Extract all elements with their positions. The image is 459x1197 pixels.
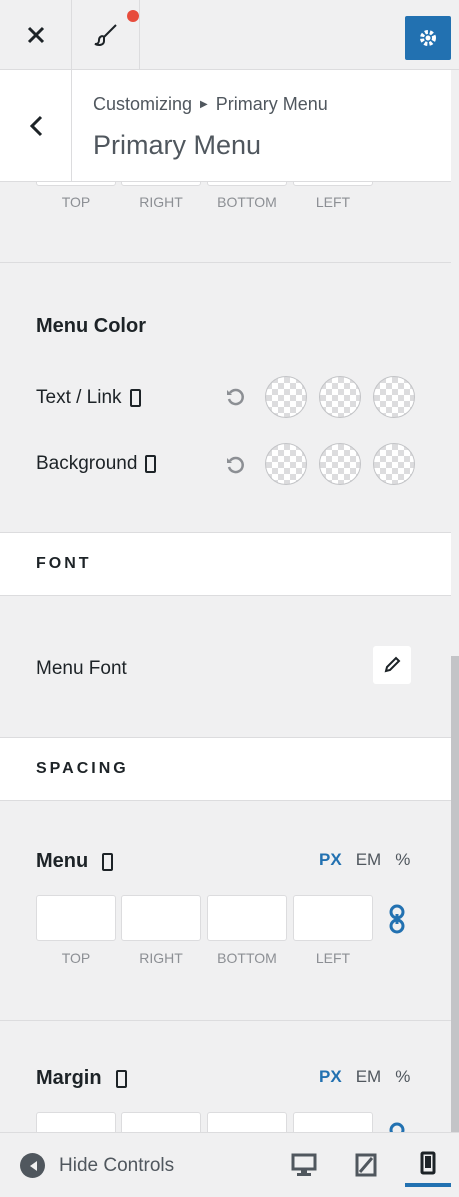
color-swatch[interactable] xyxy=(265,376,307,418)
back-button[interactable] xyxy=(0,70,72,182)
hide-controls-label: Hide Controls xyxy=(59,1154,175,1176)
breadcrumb: Customizing ▶ Primary Menu xyxy=(93,94,328,115)
breadcrumb-root: Customizing xyxy=(93,94,193,114)
unit-percent[interactable]: % xyxy=(395,850,410,870)
unit-px[interactable]: PX xyxy=(319,850,342,870)
margin-top-input[interactable] xyxy=(36,1112,116,1132)
close-button[interactable] xyxy=(0,0,72,70)
breadcrumb-current: Primary Menu xyxy=(215,94,328,114)
mobile-icon xyxy=(420,1151,436,1175)
page-title: Primary Menu xyxy=(93,130,262,160)
notification-dot xyxy=(127,10,139,22)
right-label: RIGHT xyxy=(139,194,183,210)
color-swatch[interactable] xyxy=(319,443,361,485)
font-section-title: FONT xyxy=(36,555,92,572)
pencil-icon xyxy=(384,656,401,673)
collapse-icon xyxy=(20,1153,45,1178)
reset-icon[interactable] xyxy=(225,387,245,407)
margin-left-input[interactable] xyxy=(293,1112,373,1132)
section-header: Customizing ▶ Primary Menu Primary Menu xyxy=(0,70,451,182)
left-padding-input[interactable] xyxy=(293,182,373,186)
unit-percent[interactable]: % xyxy=(395,1067,410,1087)
customizer-topbar xyxy=(0,0,459,70)
margin-bottom-input[interactable] xyxy=(207,1112,287,1132)
scrollbar[interactable] xyxy=(451,656,459,1132)
color-swatch[interactable] xyxy=(373,443,415,485)
unit-switcher: PX EM % xyxy=(319,850,410,870)
background-row: Background xyxy=(36,453,157,475)
color-swatch[interactable] xyxy=(373,376,415,418)
menu-font-row: Menu Font xyxy=(36,658,127,680)
menu-top-input[interactable] xyxy=(36,895,116,941)
spacing-section-band: SPACING xyxy=(0,737,451,801)
close-icon xyxy=(27,26,44,44)
hide-controls-button[interactable]: Hide Controls xyxy=(20,1153,174,1178)
mobile-icon xyxy=(129,389,141,407)
tablet-preview-button[interactable] xyxy=(343,1143,389,1187)
color-swatch[interactable] xyxy=(265,443,307,485)
margin-spacing-heading: Margin xyxy=(36,1067,127,1090)
unit-px[interactable]: PX xyxy=(319,1067,342,1087)
controls-panel[interactable]: TOP RIGHT BOTTOM LEFT Menu Color Text / … xyxy=(0,182,451,1132)
divider xyxy=(0,262,451,263)
breadcrumb-arrow-icon: ▶ xyxy=(200,99,208,110)
spacing-section-title: SPACING xyxy=(36,760,129,777)
color-swatch[interactable] xyxy=(319,376,361,418)
tablet-icon xyxy=(355,1153,377,1177)
menu-right-input[interactable] xyxy=(121,895,201,941)
menu-color-heading: Menu Color xyxy=(36,315,146,337)
left-label: LEFT xyxy=(315,194,351,210)
right-padding-input[interactable] xyxy=(121,182,201,186)
settings-button[interactable] xyxy=(405,16,451,60)
link-icon[interactable] xyxy=(386,904,408,934)
bottom-label: BOTTOM xyxy=(217,194,277,210)
link-icon[interactable] xyxy=(386,1122,408,1132)
bottom-padding-input[interactable] xyxy=(207,182,287,186)
text-link-row: Text / Link xyxy=(36,387,141,409)
unit-em[interactable]: EM xyxy=(356,1067,382,1087)
divider xyxy=(0,1020,451,1021)
desktop-icon xyxy=(291,1153,317,1176)
font-section-band: FONT xyxy=(0,532,451,596)
left-label: LEFT xyxy=(315,950,351,966)
customizer-footer: Hide Controls xyxy=(0,1132,459,1197)
right-label: RIGHT xyxy=(139,950,183,966)
paintbrush-icon xyxy=(94,24,117,46)
unit-switcher: PX EM % xyxy=(319,1067,410,1087)
top-label: TOP xyxy=(61,194,91,210)
mobile-icon xyxy=(145,455,157,473)
menu-spacing-heading: Menu xyxy=(36,850,114,873)
menu-bottom-input[interactable] xyxy=(207,895,287,941)
mobile-icon xyxy=(102,852,114,871)
background-label: Background xyxy=(36,453,138,474)
text-link-label: Text / Link xyxy=(36,387,122,408)
edit-font-button[interactable] xyxy=(373,646,411,684)
desktop-preview-button[interactable] xyxy=(281,1143,327,1187)
menu-left-input[interactable] xyxy=(293,895,373,941)
gear-icon xyxy=(420,30,436,46)
chevron-left-icon xyxy=(29,115,42,137)
top-label: TOP xyxy=(61,950,91,966)
unit-em[interactable]: EM xyxy=(356,850,382,870)
mobile-icon xyxy=(115,1069,127,1088)
reset-icon[interactable] xyxy=(225,455,245,475)
menu-spacing-label: Menu xyxy=(36,850,89,872)
top-padding-input[interactable] xyxy=(36,182,116,186)
margin-right-input[interactable] xyxy=(121,1112,201,1132)
bottom-label: BOTTOM xyxy=(217,950,277,966)
menu-font-label: Menu Font xyxy=(36,658,127,679)
margin-spacing-label: Margin xyxy=(36,1067,102,1089)
mobile-preview-button[interactable] xyxy=(405,1143,451,1187)
